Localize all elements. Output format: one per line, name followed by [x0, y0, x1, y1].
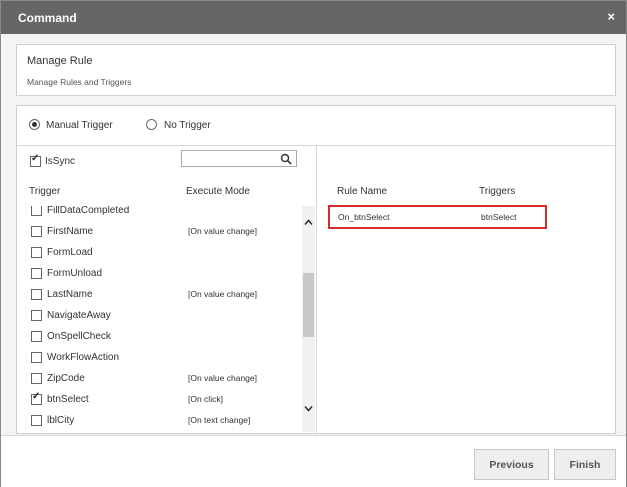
rule-name-column-header: Rule Name — [337, 186, 388, 197]
manual-trigger-radio[interactable] — [29, 119, 40, 130]
trigger-panel: Manual Trigger No Trigger IsSync Trigger… — [16, 105, 616, 434]
trigger-row: FormUnload — [17, 262, 301, 283]
close-icon[interactable]: × — [607, 10, 615, 24]
trigger-row: FormLoad — [17, 241, 301, 262]
trigger-checkbox[interactable] — [31, 331, 42, 342]
rule-name: On_btnSelect — [338, 212, 390, 222]
dialog-title: Command — [18, 11, 77, 25]
chevron-up-icon[interactable] — [304, 218, 313, 227]
dialog-body: Manage Rule Manage Rules and Triggers Ma… — [1, 34, 626, 435]
trigger-name: FillDataCompleted — [47, 206, 130, 216]
trigger-checkbox[interactable] — [31, 247, 42, 258]
dialog-footer: Previous Finish — [1, 435, 626, 487]
trigger-name: FormLoad — [47, 247, 93, 258]
chevron-down-icon[interactable] — [304, 404, 313, 413]
issync-checkbox[interactable] — [30, 153, 41, 167]
trigger-name: WorkFlowAction — [47, 352, 120, 363]
trigger-search-box — [181, 150, 297, 169]
trigger-column-header: Trigger — [29, 186, 61, 197]
command-dialog: Command × Manage Rule Manage Rules and T… — [0, 0, 627, 487]
manage-rule-panel: Manage Rule Manage Rules and Triggers — [16, 44, 616, 96]
trigger-name: LastName — [47, 289, 93, 300]
rule-triggers: btnSelect — [481, 212, 517, 222]
trigger-list-scrollbar[interactable] — [302, 206, 315, 432]
trigger-name: FormUnload — [47, 268, 103, 279]
finish-button[interactable]: Finish — [554, 449, 616, 480]
trigger-mode: [On value change] — [188, 226, 257, 236]
trigger-checkbox[interactable] — [31, 310, 42, 321]
trigger-row: OnSpellCheck — [17, 325, 301, 346]
previous-button[interactable]: Previous — [474, 449, 549, 480]
trigger-name: lblCity — [47, 415, 75, 426]
trigger-row: FillDataCompleted — [17, 206, 301, 220]
trigger-name: FirstName — [47, 226, 94, 237]
no-trigger-radio[interactable] — [146, 119, 157, 130]
trigger-row: lblCity [On text change] — [17, 409, 301, 430]
execute-mode-column-header: Execute Mode — [186, 186, 250, 197]
title-bar: Command × — [1, 1, 626, 34]
trigger-row: WorkFlowAction — [17, 346, 301, 367]
trigger-row: LastName [On value change] — [17, 283, 301, 304]
trigger-row: btnSelect [On click] — [17, 388, 301, 409]
trigger-checkbox[interactable] — [31, 373, 42, 384]
trigger-checkbox[interactable] — [31, 415, 42, 426]
trigger-mode: [On value change] — [188, 289, 257, 299]
trigger-checkbox[interactable] — [31, 206, 42, 216]
trigger-checkbox[interactable] — [31, 352, 42, 363]
search-icon[interactable] — [280, 153, 292, 165]
trigger-list: FillDataCompleted FirstName [On value ch… — [17, 206, 301, 432]
trigger-checkbox[interactable] — [31, 226, 42, 237]
trigger-mode: [On text change] — [188, 415, 251, 425]
trigger-mode: [On value change] — [188, 373, 257, 383]
trigger-list-column: IsSync Trigger Execute Mode FillDataComp… — [17, 146, 317, 434]
scrollbar-thumb[interactable] — [303, 273, 314, 337]
triggers-column-header: Triggers — [479, 186, 516, 197]
trigger-checkbox[interactable] — [31, 391, 42, 405]
issync-label: IsSync — [45, 156, 76, 167]
no-trigger-label: No Trigger — [164, 120, 211, 131]
trigger-checkbox[interactable] — [31, 268, 42, 279]
manage-rule-subtitle: Manage Rules and Triggers — [27, 77, 132, 87]
trigger-row: NavigateAway — [17, 304, 301, 325]
trigger-name: OnSpellCheck — [47, 331, 111, 342]
search-input[interactable] — [185, 153, 285, 169]
manual-trigger-label: Manual Trigger — [46, 120, 113, 131]
trigger-mode: [On click] — [188, 394, 223, 404]
trigger-checkbox[interactable] — [31, 289, 42, 300]
trigger-row: ZipCode [On value change] — [17, 367, 301, 388]
trigger-type-radio-group: Manual Trigger No Trigger — [17, 106, 615, 146]
trigger-name: btnSelect — [47, 394, 89, 405]
rule-row-selected[interactable]: On_btnSelect btnSelect — [328, 205, 547, 229]
manage-rule-title: Manage Rule — [27, 55, 93, 67]
trigger-name: NavigateAway — [47, 310, 111, 321]
trigger-row: FirstName [On value change] — [17, 220, 301, 241]
trigger-name: ZipCode — [47, 373, 85, 384]
rules-column: Rule Name Triggers On_btnSelect btnSelec… — [317, 146, 615, 434]
